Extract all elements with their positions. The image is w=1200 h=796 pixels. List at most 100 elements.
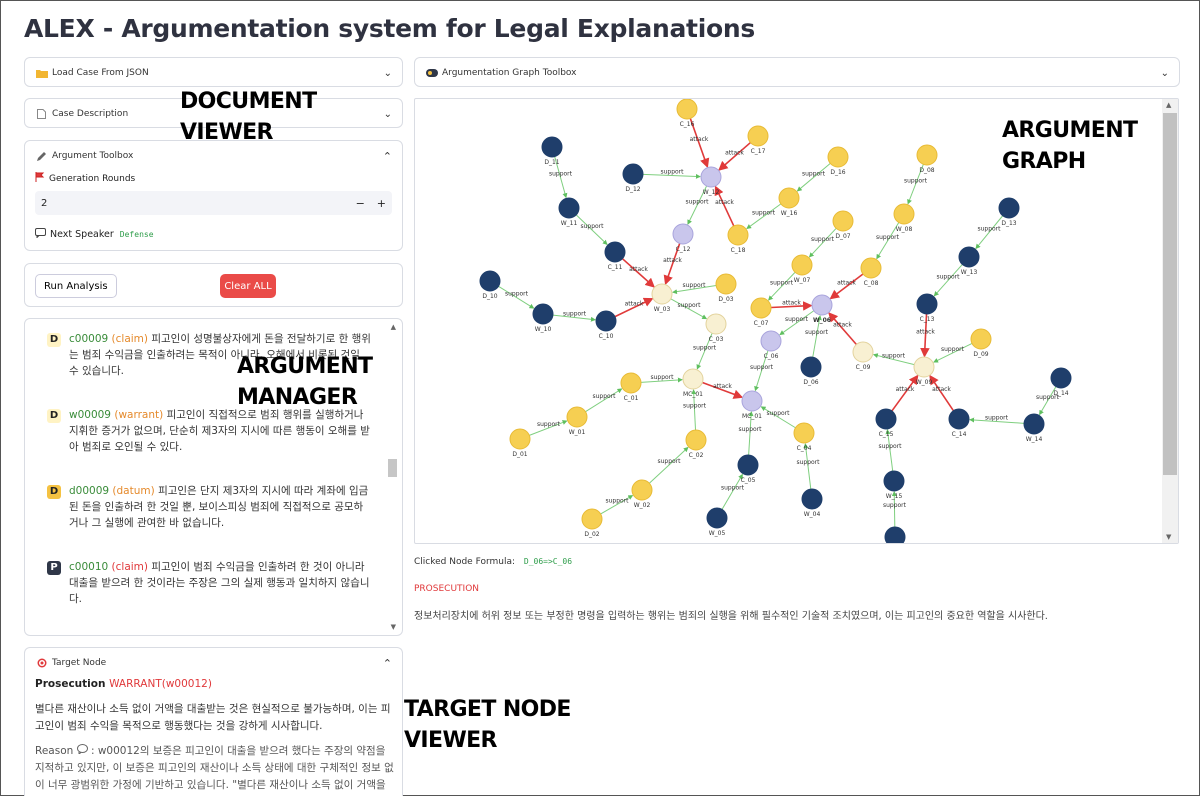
graph-node-label: D_07 — [835, 233, 850, 240]
graph-icon — [425, 68, 438, 78]
graph-node-w_02[interactable] — [631, 479, 653, 501]
graph-node-w_01[interactable] — [566, 406, 588, 428]
graph-node-d_14[interactable] — [1050, 367, 1072, 389]
argument-toolbox-label: Argument Toolbox — [52, 151, 134, 161]
graph-edge-label: attack — [690, 136, 709, 143]
graph-scrollbar-track[interactable]: ▲ ▼ — [1162, 99, 1178, 543]
graph-node-c_10[interactable] — [595, 310, 617, 332]
graph-node-c_18[interactable] — [727, 224, 749, 246]
graph-node-c_17[interactable] — [747, 125, 769, 147]
graph-node-d_01[interactable] — [509, 428, 531, 450]
graph-node-mc_01[interactable] — [682, 368, 704, 390]
graph-node-c_04[interactable] — [793, 422, 815, 444]
clicked-node-side: PROSECUTION — [414, 584, 480, 594]
argument-item[interactable]: P c00010 (claim) 피고인이 범죄 수익금을 인출하려 한 것이 … — [47, 559, 371, 607]
graph-node-c_15[interactable] — [875, 408, 897, 430]
graph-edge-label: support — [977, 226, 1001, 233]
argument-item[interactable]: D w00009 (warrant) 피고인이 직접적으로 범죄 행위를 실행하… — [47, 407, 371, 455]
graph-scrollbar-thumb[interactable] — [1163, 113, 1177, 475]
argument-type: (datum) — [112, 485, 155, 497]
graph-node-w_08[interactable] — [893, 203, 915, 225]
chevron-up-icon[interactable]: ⌃ — [383, 657, 392, 670]
graph-node-w_09[interactable] — [913, 356, 935, 378]
graph-node-c_07[interactable] — [750, 297, 772, 319]
graph-edge-label: attack — [663, 257, 682, 264]
graph-node-label: C_17 — [751, 148, 766, 155]
graph-node-w_07[interactable] — [791, 254, 813, 276]
graph-node-c_08[interactable] — [860, 257, 882, 279]
graph-edge-label: support — [878, 443, 902, 450]
graph-node-mc_01b[interactable] — [741, 390, 763, 412]
argument-item[interactable]: D d00009 (datum) 피고인은 단지 제3자의 지시에 따라 계좌에… — [47, 483, 371, 531]
graph-node-c_11[interactable] — [604, 241, 626, 263]
chevron-up-icon[interactable]: ⌃ — [383, 150, 392, 163]
run-analysis-button[interactable]: Run Analysis — [35, 274, 117, 298]
scroll-down-icon[interactable]: ▼ — [1166, 533, 1171, 541]
target-node-viewer-annotation: TARGET NODE VIEWER — [404, 697, 571, 753]
graph-edge-label: attack — [837, 280, 856, 287]
graph-edge-label: support — [683, 403, 707, 410]
graph-node-d_06[interactable] — [800, 356, 822, 378]
graph-node-d_02[interactable] — [581, 508, 603, 530]
graph-node-d_07[interactable] — [832, 210, 854, 232]
graph-node-label: W_16 — [781, 210, 798, 217]
graph-node-w_04[interactable] — [801, 488, 823, 510]
graph-node-w_06[interactable] — [811, 294, 833, 316]
argument-list-scrollbar[interactable] — [388, 459, 397, 477]
graph-node-c_12[interactable] — [672, 223, 694, 245]
argument-id: c00010 — [69, 561, 109, 573]
graph-node-d_08[interactable] — [916, 144, 938, 166]
scroll-up-icon[interactable]: ▲ — [1166, 101, 1171, 109]
graph-toolbox-accordion[interactable]: Argumentation Graph Toolbox ⌄ — [414, 57, 1180, 87]
scroll-down-icon[interactable]: ▼ — [391, 623, 396, 631]
graph-node-w_11[interactable] — [558, 197, 580, 219]
generation-rounds-stepper[interactable]: 2 − + — [35, 191, 392, 215]
chevron-down-icon[interactable]: ⌄ — [384, 109, 392, 120]
graph-node-label: D_09 — [973, 351, 988, 358]
chevron-down-icon[interactable]: ⌄ — [1161, 68, 1169, 79]
flag-icon — [35, 172, 45, 185]
graph-node-d_09[interactable] — [970, 328, 992, 350]
graph-node-c_05[interactable] — [737, 454, 759, 476]
graph-edge-label: support — [677, 302, 701, 309]
graph-node-w_03[interactable] — [651, 283, 673, 305]
graph-node-w_14[interactable] — [1023, 413, 1045, 435]
chat-icon — [35, 228, 46, 241]
graph-node-c_16[interactable] — [676, 99, 698, 120]
graph-edge-attack — [828, 312, 858, 345]
generation-rounds-value[interactable]: 2 — [41, 198, 47, 209]
graph-node-label: W_05 — [709, 530, 726, 537]
increment-button[interactable]: + — [377, 197, 386, 210]
clear-all-button[interactable]: Clear ALL — [220, 274, 276, 298]
graph-node-w_10[interactable] — [532, 303, 554, 325]
decrement-button[interactable]: − — [356, 197, 365, 210]
graph-node-d_15[interactable] — [884, 526, 906, 544]
graph-node-c_09[interactable] — [852, 341, 874, 363]
graph-node-d_12[interactable] — [622, 163, 644, 185]
graph-node-c_06[interactable] — [760, 330, 782, 352]
graph-node-d_11[interactable] — [541, 136, 563, 158]
chevron-down-icon[interactable]: ⌄ — [384, 68, 392, 79]
graph-node-label: W_15 — [886, 493, 903, 500]
graph-node-d_03[interactable] — [715, 273, 737, 295]
defense-badge: D — [47, 409, 61, 423]
graph-node-c_02[interactable] — [685, 429, 707, 451]
scroll-up-icon[interactable]: ▲ — [391, 323, 396, 331]
graph-node-d_10[interactable] — [479, 270, 501, 292]
graph-node-label: W_09 — [916, 379, 933, 386]
graph-node-w_13[interactable] — [958, 246, 980, 268]
graph-node-w_05[interactable] — [706, 507, 728, 529]
graph-node-w_16[interactable] — [778, 187, 800, 209]
graph-node-label: W_10 — [535, 326, 552, 333]
argument-type: (warrant) — [114, 409, 164, 421]
graph-node-d_16[interactable] — [827, 146, 849, 168]
graph-node-d_13[interactable] — [998, 197, 1020, 219]
graph-node-c_03[interactable] — [705, 313, 727, 335]
graph-node-c_13[interactable] — [916, 293, 938, 315]
graph-node-c_01[interactable] — [620, 372, 642, 394]
load-case-accordion[interactable]: Load Case From JSON ⌄ — [24, 57, 403, 87]
graph-node-w_12[interactable] — [700, 166, 722, 188]
graph-node-c_14[interactable] — [948, 408, 970, 430]
graph-node-w_15[interactable] — [883, 470, 905, 492]
argument-id: d00009 — [69, 485, 110, 497]
